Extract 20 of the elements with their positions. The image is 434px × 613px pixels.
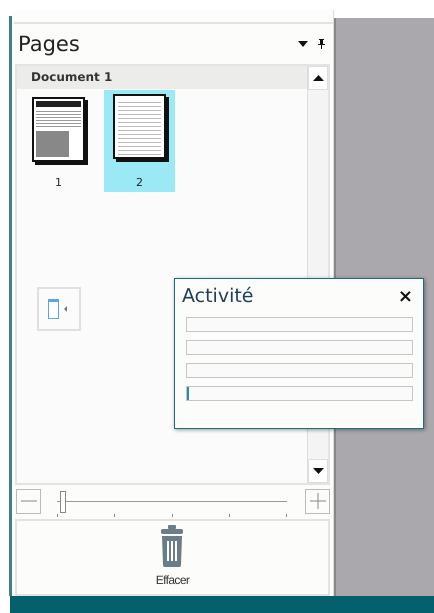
page-thumbnail[interactable]: 1 bbox=[23, 90, 94, 192]
panel-collapse-icon bbox=[48, 298, 70, 319]
dropdown-icon[interactable] bbox=[298, 40, 308, 47]
document-header: Document 1 bbox=[17, 66, 307, 89]
panel-title: Pages bbox=[18, 32, 81, 56]
plus-icon bbox=[310, 493, 326, 510]
trash-icon bbox=[160, 524, 184, 567]
page-preview bbox=[32, 96, 85, 162]
close-button[interactable]: × bbox=[396, 286, 415, 306]
zoom-in-button[interactable] bbox=[305, 488, 330, 514]
pin-icon[interactable] bbox=[318, 38, 325, 49]
scroll-down-icon[interactable] bbox=[312, 468, 324, 474]
scroll-up-icon[interactable] bbox=[312, 74, 324, 81]
page-thumbnail[interactable]: 2 bbox=[104, 90, 175, 192]
delete-button[interactable]: Effacer bbox=[150, 520, 196, 594]
panel-toggle-button[interactable] bbox=[37, 286, 81, 331]
minus-icon bbox=[20, 500, 36, 502]
dialog-title: Activité bbox=[182, 285, 254, 307]
page-preview bbox=[113, 94, 166, 159]
zoom-out-button[interactable] bbox=[16, 488, 41, 514]
